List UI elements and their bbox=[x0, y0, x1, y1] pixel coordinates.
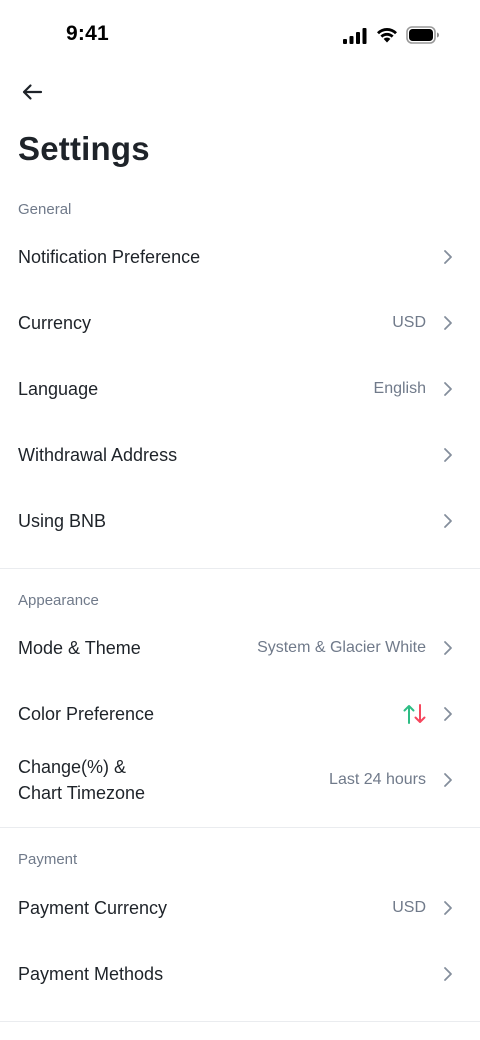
settings-item-label: Notification Preference bbox=[18, 247, 201, 267]
settings-item-language[interactable]: Language English bbox=[0, 356, 480, 422]
settings-item-value: USD bbox=[392, 314, 426, 331]
section-header-appearance: Appearance bbox=[18, 592, 99, 609]
chevron-right-icon bbox=[442, 965, 454, 983]
settings-item-label: Color Preference bbox=[18, 704, 155, 724]
section-divider bbox=[0, 1021, 480, 1022]
settings-item-mode-theme[interactable]: Mode & Theme System & Glacier White bbox=[0, 615, 480, 681]
settings-item-using-bnb[interactable]: Using BNB bbox=[0, 488, 480, 554]
cellular-signal-icon bbox=[343, 28, 367, 44]
chevron-right-icon bbox=[442, 899, 454, 917]
settings-item-label: Mode & Theme bbox=[18, 638, 141, 658]
settings-item-label: Change(%) & Chart Timezone bbox=[18, 754, 145, 806]
settings-item-change-chart-timezone[interactable]: Change(%) & Chart Timezone Last 24 hours bbox=[0, 747, 480, 813]
chevron-right-icon bbox=[442, 771, 454, 789]
settings-item-label-line2: Chart Timezone bbox=[18, 783, 146, 803]
settings-item-label: Payment Currency bbox=[18, 898, 168, 918]
back-button[interactable] bbox=[14, 76, 50, 108]
chevron-right-icon bbox=[442, 380, 454, 398]
settings-item-value: English bbox=[373, 380, 426, 397]
section-header-general: General bbox=[18, 201, 72, 218]
arrow-left-icon bbox=[22, 84, 43, 100]
settings-item-payment-methods[interactable]: Payment Methods bbox=[0, 941, 480, 1007]
section-divider bbox=[0, 827, 480, 828]
status-bar: 9:41 bbox=[0, 0, 480, 72]
settings-item-withdrawal-address[interactable]: Withdrawal Address bbox=[0, 422, 480, 488]
settings-item-notification-preference[interactable]: Notification Preference bbox=[0, 224, 480, 290]
settings-item-color-preference[interactable]: Color Preference bbox=[0, 681, 480, 747]
settings-item-label: Language bbox=[18, 379, 99, 399]
settings-screen: 9:41 Settings General Notification Prefe… bbox=[0, 0, 480, 1040]
chevron-right-icon bbox=[442, 705, 454, 723]
chevron-right-icon bbox=[442, 314, 454, 332]
settings-item-currency[interactable]: Currency USD bbox=[0, 290, 480, 356]
settings-item-label: Currency bbox=[18, 313, 92, 333]
settings-item-payment-currency[interactable]: Payment Currency USD bbox=[0, 875, 480, 941]
battery-icon bbox=[406, 26, 439, 44]
settings-item-label: Withdrawal Address bbox=[18, 445, 178, 465]
wifi-icon bbox=[377, 27, 397, 43]
settings-item-label-line1: Change(%) & bbox=[18, 757, 127, 777]
settings-item-value: System & Glacier White bbox=[257, 639, 426, 656]
chevron-right-icon bbox=[442, 248, 454, 266]
section-divider bbox=[0, 568, 480, 569]
chevron-right-icon bbox=[442, 639, 454, 657]
settings-item-value: USD bbox=[392, 899, 426, 916]
status-icons bbox=[343, 25, 443, 47]
settings-item-label: Payment Methods bbox=[18, 964, 164, 984]
settings-item-label: Using BNB bbox=[18, 511, 107, 531]
settings-item-value: Last 24 hours bbox=[329, 771, 426, 788]
section-header-payment: Payment bbox=[18, 851, 78, 868]
page-title: Settings bbox=[18, 130, 150, 167]
chevron-right-icon bbox=[442, 446, 454, 464]
status-time: 9:41 bbox=[66, 22, 109, 45]
up-down-arrows-icon bbox=[403, 704, 426, 724]
chevron-right-icon bbox=[442, 512, 454, 530]
